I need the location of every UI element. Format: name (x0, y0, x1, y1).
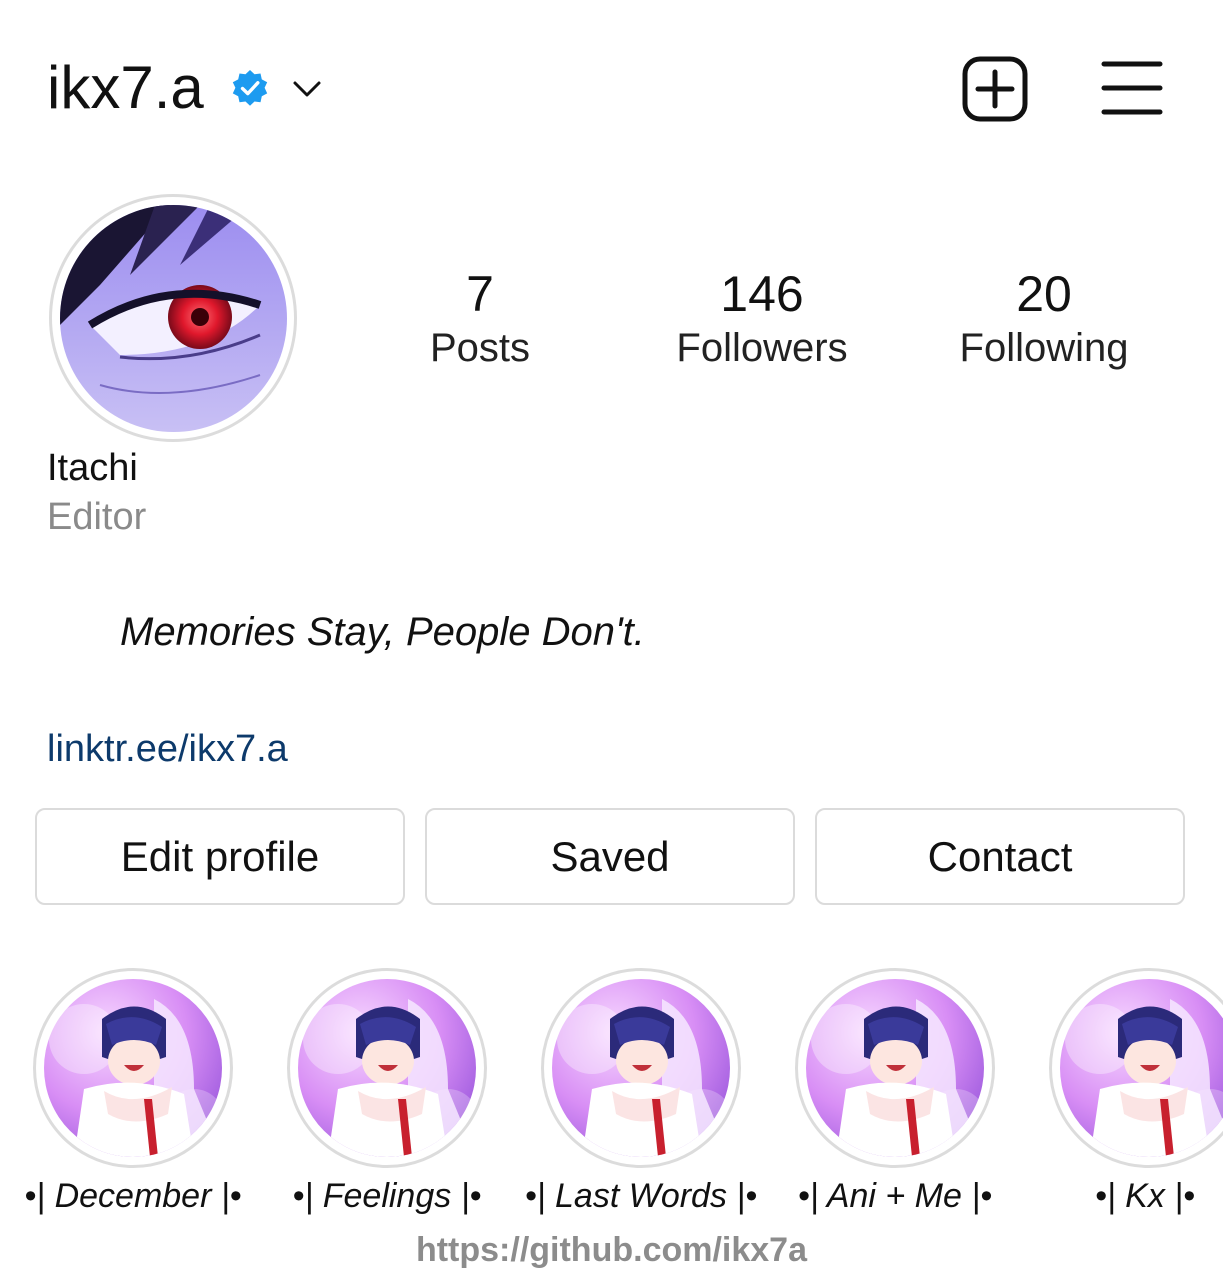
highlight-label: •| December |• (24, 1177, 242, 1215)
profile-category: Editor (47, 496, 147, 538)
saved-button[interactable]: Saved (425, 808, 795, 905)
highlight-cover-image (298, 979, 476, 1157)
posts-label: Posts (429, 326, 531, 370)
highlight-december[interactable] (33, 968, 233, 1168)
avatar[interactable] (60, 205, 287, 432)
highlight-feelings[interactable] (287, 968, 487, 1168)
stat-posts[interactable]: 7 Posts (350, 264, 610, 372)
stat-followers[interactable]: 146 Followers (632, 264, 892, 372)
watermark-text: https://github.com/ikx7a (415, 1231, 808, 1269)
verified-badge-icon (232, 70, 268, 106)
contact-button[interactable]: Contact (815, 808, 1185, 905)
highlight-ani-me[interactable] (795, 968, 995, 1168)
chevron-down-icon[interactable] (290, 74, 324, 104)
bio-text: Memories Stay, People Don't. (120, 610, 645, 654)
profile-link[interactable]: linktr.ee/ikx7.a (47, 726, 288, 772)
posts-count: 7 (466, 266, 494, 322)
new-post-icon[interactable] (962, 56, 1028, 122)
highlight-cover-image (44, 979, 222, 1157)
highlight-cover-image (552, 979, 730, 1157)
following-label: Following (959, 326, 1129, 370)
highlight-label: •| Feelings |• (292, 1177, 482, 1215)
followers-count: 146 (720, 266, 804, 322)
highlight-label: •| Ani + Me |• (797, 1177, 993, 1215)
highlight-kx[interactable] (1049, 968, 1223, 1168)
followers-label: Followers (676, 326, 848, 370)
username-title[interactable]: ikx7.a (47, 52, 204, 124)
display-name: Itachi (47, 447, 138, 489)
highlight-label: •| Last Words |• (524, 1177, 758, 1215)
stat-following[interactable]: 20 Following (914, 264, 1174, 372)
highlight-label: •| Kx |• (1094, 1177, 1196, 1215)
highlight-cover-image (806, 979, 984, 1157)
highlight-cover-image (1060, 979, 1223, 1157)
edit-profile-button[interactable]: Edit profile (35, 808, 405, 905)
following-count: 20 (1016, 266, 1072, 322)
highlight-last-words[interactable] (541, 968, 741, 1168)
menu-icon[interactable] (1100, 58, 1164, 118)
